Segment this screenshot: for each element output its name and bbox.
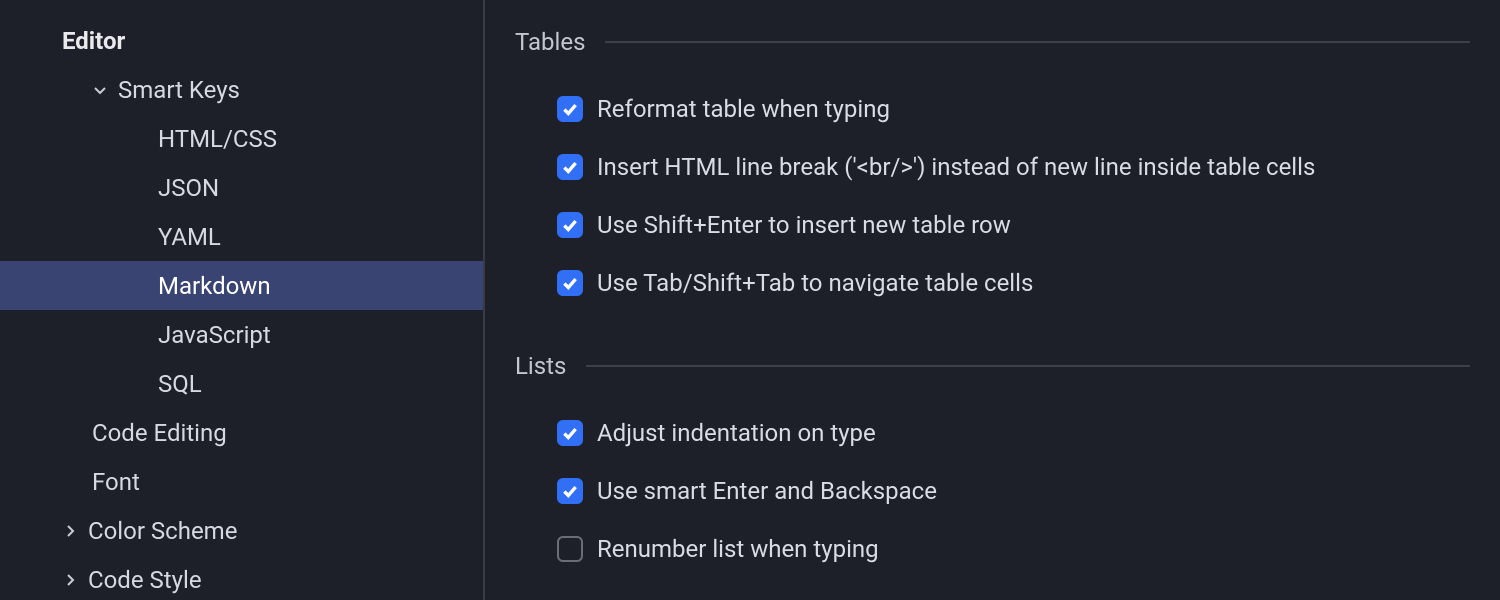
checkbox[interactable] xyxy=(557,420,583,446)
section-header: Tables xyxy=(515,28,1470,56)
sidebar-item-label: Font xyxy=(92,468,140,496)
sidebar-item-label: SQL xyxy=(158,370,202,398)
option-use-smart-enter-and-backspace[interactable]: Use smart Enter and Backspace xyxy=(515,462,1470,520)
section-header: Lists xyxy=(515,352,1470,380)
section-title: Lists xyxy=(515,352,586,380)
section-rule xyxy=(586,365,1470,367)
sidebar-item-label: HTML/CSS xyxy=(158,125,277,153)
option-use-tab-shift-tab-to-navigate-table-cells[interactable]: Use Tab/Shift+Tab to navigate table cell… xyxy=(515,254,1470,312)
checkbox[interactable] xyxy=(557,154,583,180)
sidebar-item-markdown[interactable]: Markdown xyxy=(0,261,483,310)
sidebar-item-label: Markdown xyxy=(158,272,271,300)
sidebar-item-font[interactable]: Font xyxy=(0,457,483,506)
sidebar-item-json[interactable]: JSON xyxy=(0,163,483,212)
checkbox[interactable] xyxy=(557,96,583,122)
sidebar-item-code-style[interactable]: Code Style xyxy=(0,555,483,600)
option-label: Use Shift+Enter to insert new table row xyxy=(597,211,1011,239)
sidebar-item-label: JSON xyxy=(158,174,219,202)
sidebar-item-label: Code Style xyxy=(88,566,202,594)
option-reformat-table-when-typing[interactable]: Reformat table when typing xyxy=(515,80,1470,138)
sidebar-item-color-scheme[interactable]: Color Scheme xyxy=(0,506,483,555)
section-tables: Tables Reformat table when typing Insert H… xyxy=(515,28,1470,312)
option-label: Renumber list when typing xyxy=(597,535,879,563)
sidebar-item-label: JavaScript xyxy=(158,321,271,349)
sidebar-item-editor[interactable]: Editor xyxy=(0,16,483,65)
section-lists: Lists Adjust indentation on type Use smart… xyxy=(515,352,1470,578)
option-use-shift-enter-to-insert-new-table-row[interactable]: Use Shift+Enter to insert new table row xyxy=(515,196,1470,254)
option-renumber-list-when-typing[interactable]: Renumber list when typing xyxy=(515,520,1470,578)
checkbox[interactable] xyxy=(557,212,583,238)
sidebar-item-smart-keys[interactable]: Smart Keys xyxy=(0,65,483,114)
option-label: Use Tab/Shift+Tab to navigate table cell… xyxy=(597,269,1033,297)
option-adjust-indentation-on-type[interactable]: Adjust indentation on type xyxy=(515,404,1470,462)
chevron-right-icon xyxy=(62,523,78,539)
settings-panel: Tables Reformat table when typing Insert H… xyxy=(485,0,1500,600)
checkbox[interactable] xyxy=(557,478,583,504)
sidebar-item-label: Editor xyxy=(62,27,125,55)
section-title: Tables xyxy=(515,28,605,56)
settings-sidebar: Editor Smart Keys HTML/CSS JSON YAML Markdown… xyxy=(0,0,485,600)
checkbox[interactable] xyxy=(557,536,583,562)
sidebar-item-label: Smart Keys xyxy=(118,76,240,104)
option-label: Insert HTML line break ('<br/>') instead… xyxy=(597,153,1315,181)
sidebar-item-label: Color Scheme xyxy=(88,517,237,545)
sidebar-item-yaml[interactable]: YAML xyxy=(0,212,483,261)
sidebar-item-html-css[interactable]: HTML/CSS xyxy=(0,114,483,163)
sidebar-item-javascript[interactable]: JavaScript xyxy=(0,310,483,359)
option-label: Use smart Enter and Backspace xyxy=(597,477,937,505)
chevron-right-icon xyxy=(62,572,78,588)
sidebar-item-label: YAML xyxy=(158,223,221,251)
option-label: Adjust indentation on type xyxy=(597,419,876,447)
sidebar-item-sql[interactable]: SQL xyxy=(0,359,483,408)
option-insert-html-line-break-br-instead-of-new-line-inside-table-cells[interactable]: Insert HTML line break ('<br/>') instead… xyxy=(515,138,1470,196)
chevron-down-icon xyxy=(92,82,108,98)
sidebar-item-label: Code Editing xyxy=(92,419,227,447)
checkbox[interactable] xyxy=(557,270,583,296)
sidebar-item-code-editing[interactable]: Code Editing xyxy=(0,408,483,457)
option-label: Reformat table when typing xyxy=(597,95,890,123)
section-rule xyxy=(605,41,1470,43)
